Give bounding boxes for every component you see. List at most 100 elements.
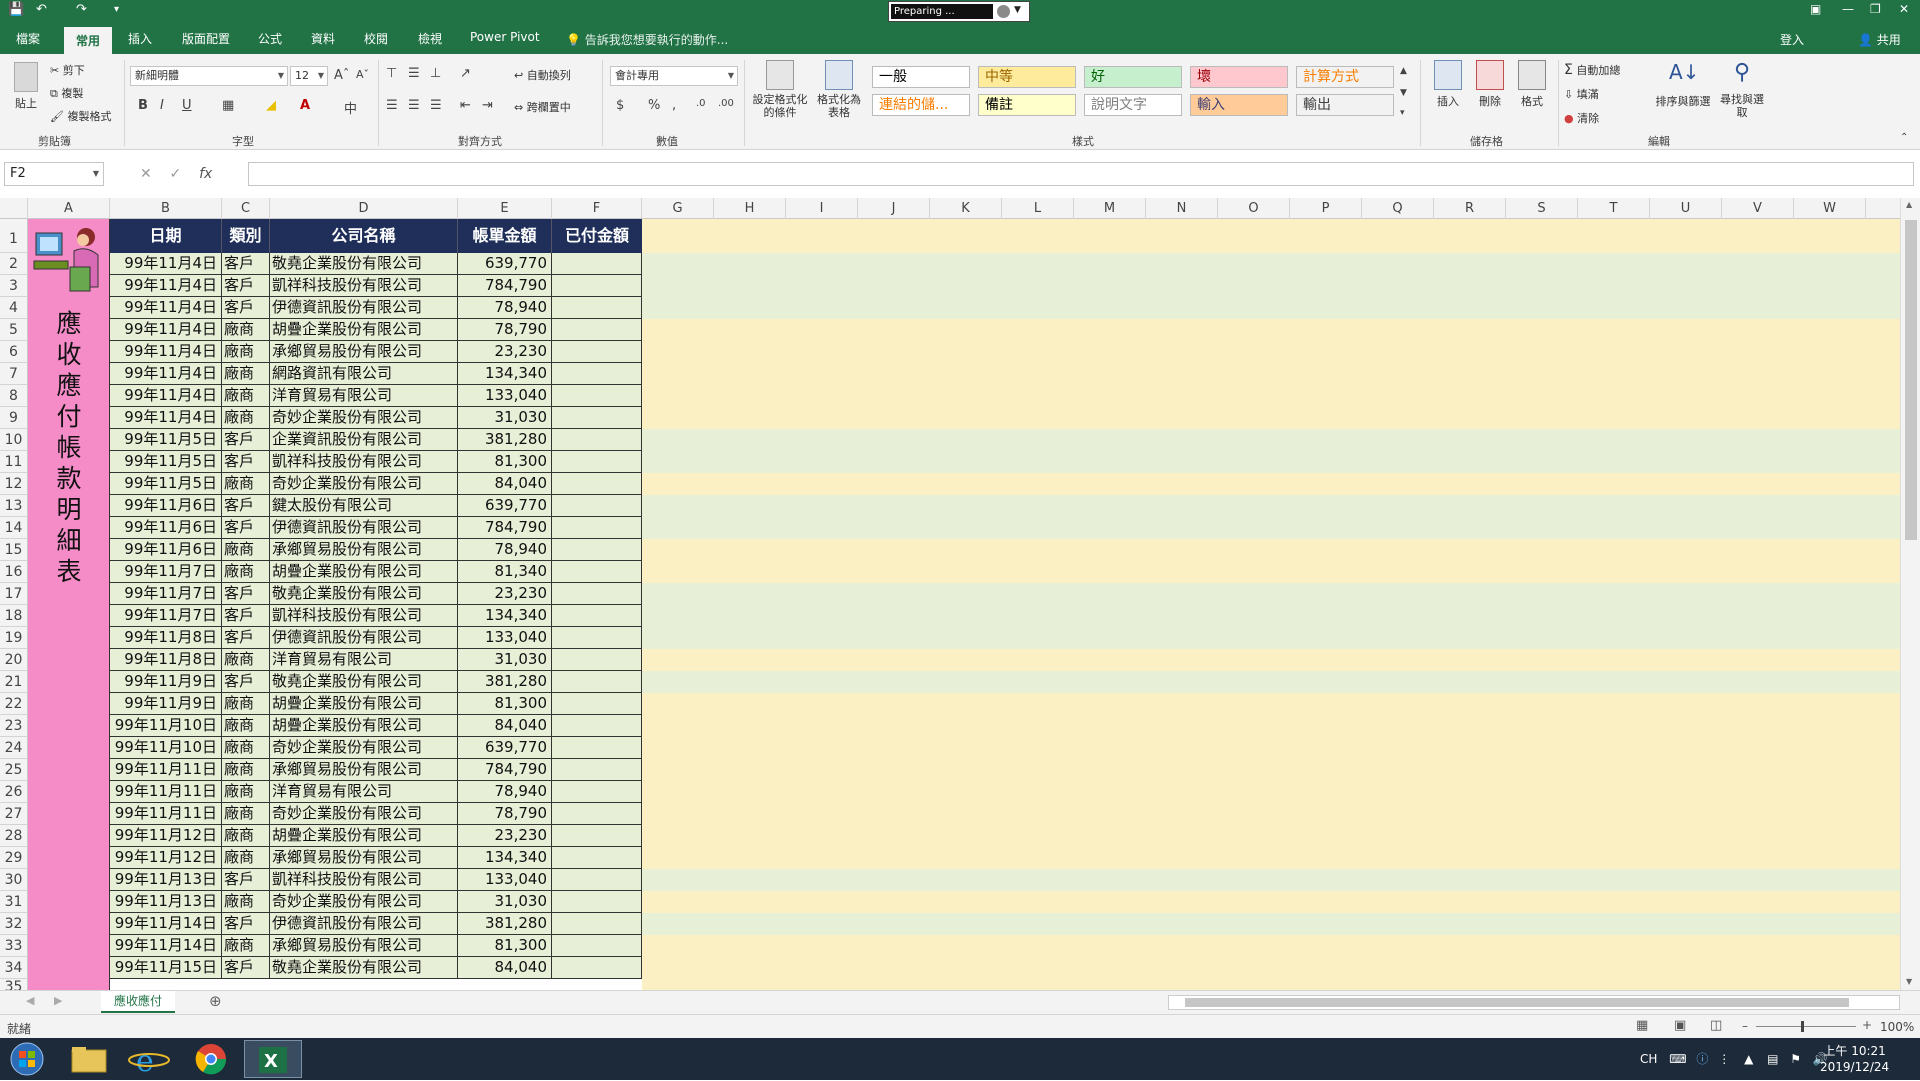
table-cell[interactable]: 客戶 [222,957,270,978]
table-cell[interactable] [552,891,642,912]
font-name-select[interactable]: 新細明體 ▼ [130,66,288,86]
table-cell[interactable]: 客戶 [222,297,270,318]
table-cell[interactable]: 381,280 [458,671,552,692]
copy-button[interactable]: ⧉ 複製 [50,85,83,101]
column-header[interactable]: A [28,198,110,219]
table-cell[interactable]: 敬堯企業股份有限公司 [270,583,458,604]
sort-filter-button[interactable]: A↓ 排序與篩選 [1652,60,1714,109]
clock[interactable]: 上午 10:21 2019/12/24 [1820,1043,1889,1075]
table-cell[interactable]: 99年11月4日 [110,253,222,274]
table-cell[interactable]: 客戶 [222,495,270,516]
table-cell[interactable] [552,759,642,780]
table-cell[interactable]: 奇妙企業股份有限公司 [270,803,458,824]
table-cell[interactable]: 31,030 [458,649,552,670]
table-cell[interactable]: 99年11月9日 [110,671,222,692]
decrease-font-icon[interactable]: Aˇ [356,68,369,81]
table-cell[interactable] [552,539,642,560]
table-cell[interactable]: 134,340 [458,847,552,868]
merge-center-button[interactable]: ⇔ 跨欄置中 [514,99,571,115]
underline-button[interactable]: U [182,98,192,113]
decrease-decimal-icon[interactable]: .00 [718,98,734,109]
table-cell[interactable]: 廠商 [222,363,270,384]
table-cell[interactable]: 奇妙企業股份有限公司 [270,891,458,912]
row-header[interactable]: 3 [0,275,27,297]
cell-style-swatch[interactable]: 說明文字 [1084,94,1182,116]
table-cell[interactable]: 廠商 [222,561,270,582]
font-color-icon[interactable]: A [300,98,310,113]
row-header[interactable]: 35 [0,979,27,990]
sheet-tab[interactable]: 應收應付 [101,991,175,1013]
row-header[interactable]: 22 [0,693,27,715]
table-cell[interactable]: 敬堯企業股份有限公司 [270,957,458,978]
add-sheet-icon[interactable]: ⊕ [209,992,222,1010]
header-company[interactable]: 公司名稱 [270,219,458,253]
table-cell[interactable]: 廠商 [222,649,270,670]
table-cell[interactable]: 伊德資訊股份有限公司 [270,913,458,934]
table-cell[interactable] [552,517,642,538]
table-cell[interactable]: 客戶 [222,913,270,934]
table-cell[interactable]: 134,340 [458,605,552,626]
clear-button[interactable]: ● 清除 [1564,110,1599,126]
zoom-slider-thumb[interactable] [1801,1021,1804,1032]
table-cell[interactable] [552,825,642,846]
tab-review[interactable]: 校閱 [364,30,388,47]
table-cell[interactable]: 洋育貿易有限公司 [270,385,458,406]
table-cell[interactable]: 99年11月4日 [110,341,222,362]
cell-style-swatch[interactable]: 輸出 [1296,94,1394,116]
table-cell[interactable]: 381,280 [458,429,552,450]
row-header[interactable]: 9 [0,407,27,429]
table-cell[interactable]: 133,040 [458,627,552,648]
cell-style-swatch[interactable]: 計算方式 [1296,66,1394,88]
increase-font-icon[interactable]: Aˆ [334,68,349,83]
table-cell[interactable]: 81,340 [458,561,552,582]
table-cell[interactable]: 企業資訊股份有限公司 [270,429,458,450]
page-break-view-icon[interactable]: ◫ [1710,1018,1722,1033]
row-header[interactable]: 15 [0,539,27,561]
table-cell[interactable]: 81,300 [458,451,552,472]
table-cell[interactable]: 99年11月6日 [110,517,222,538]
table-cell[interactable]: 廠商 [222,341,270,362]
table-cell[interactable]: 639,770 [458,495,552,516]
normal-view-icon[interactable]: ▦ [1636,1018,1648,1033]
find-select-button[interactable]: ⚲ 尋找與選取 [1718,60,1766,119]
share-button[interactable]: 👤 共用 [1858,31,1901,48]
table-cell[interactable] [552,737,642,758]
table-cell[interactable]: 99年11月5日 [110,451,222,472]
row-header[interactable]: 7 [0,363,27,385]
row-header[interactable]: 18 [0,605,27,627]
table-cell[interactable]: 胡疊企業股份有限公司 [270,825,458,846]
delete-cells-button[interactable]: 刪除 [1470,60,1510,109]
table-cell[interactable]: 廠商 [222,473,270,494]
table-cell[interactable]: 99年11月12日 [110,847,222,868]
row-header[interactable]: 5 [0,319,27,341]
row-header[interactable]: 31 [0,891,27,913]
row-header[interactable]: 27 [0,803,27,825]
worksheet-grid[interactable]: ABCDEFGHIJKLMNOPQRSTUVW 1 2 3 4 5 6 7 8 9 10 11 12 1… [0,198,1920,990]
table-cell[interactable] [552,583,642,604]
header-bill-amount[interactable]: 帳單金額 [458,219,552,253]
table-cell[interactable] [552,847,642,868]
table-cell[interactable]: 99年11月6日 [110,539,222,560]
table-cell[interactable]: 99年11月5日 [110,429,222,450]
table-cell[interactable]: 奇妙企業股份有限公司 [270,737,458,758]
row-header[interactable]: 16 [0,561,27,583]
customize-quick-access-icon[interactable]: ▾ [114,4,119,15]
start-button[interactable] [0,1040,58,1078]
table-cell[interactable]: 網路資訊有限公司 [270,363,458,384]
align-bottom-icon[interactable]: ⊥ [430,66,441,81]
close-icon[interactable]: ✕ [1899,2,1909,16]
table-cell[interactable] [552,561,642,582]
column-header[interactable]: N [1146,198,1218,219]
table-cell[interactable]: 84,040 [458,715,552,736]
decrease-indent-icon[interactable]: ⇤ [460,98,471,113]
column-header[interactable]: G [642,198,714,219]
table-cell[interactable]: 廠商 [222,825,270,846]
autosum-button[interactable]: Σ 自動加總 [1564,62,1620,78]
conditional-formatting-button[interactable]: 設定格式化的條件 [750,60,810,119]
row-header[interactable]: 24 [0,737,27,759]
row-header[interactable]: 34 [0,957,27,979]
column-header[interactable]: P [1290,198,1362,219]
italic-button[interactable]: I [160,98,164,113]
table-cell[interactable]: 鍵太股份有限公司 [270,495,458,516]
insert-function-icon[interactable]: fx [199,166,212,182]
